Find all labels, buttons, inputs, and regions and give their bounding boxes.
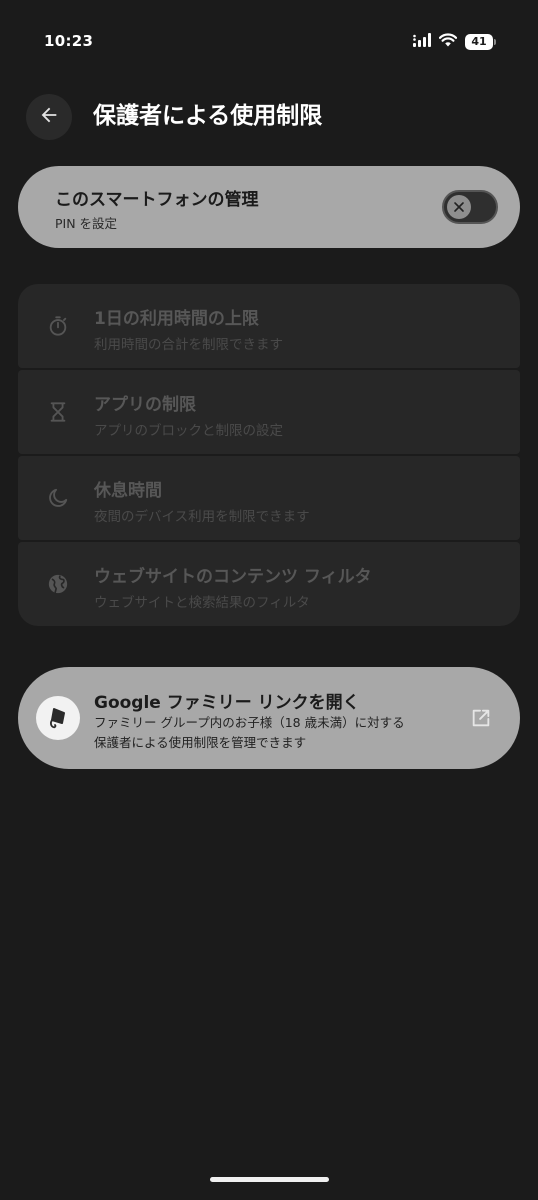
close-icon: [453, 198, 465, 217]
battery-level: 41: [465, 33, 493, 50]
family-link-description-line: 保護者による使用制限を管理できます: [94, 735, 307, 750]
hourglass-icon: [46, 400, 70, 424]
back-button[interactable]: [26, 94, 72, 140]
setting-item-daily-limit[interactable]: 1日の利用時間の上限 利用時間の合計を制限できます: [18, 284, 520, 368]
battery-icon: 41: [465, 33, 496, 50]
manage-phone-subtitle: PIN を設定: [55, 216, 118, 231]
family-link-icon: [36, 696, 80, 740]
setting-title: 休息時間: [94, 481, 162, 501]
open-external-icon: [470, 707, 492, 729]
setting-subtitle: 夜間のデバイス利用を制限できます: [94, 509, 310, 525]
manage-phone-toggle[interactable]: [442, 190, 498, 224]
cellular-signal-icon: [413, 32, 431, 51]
setting-subtitle: ウェブサイトと検索結果のフィルタ: [94, 595, 310, 611]
status-icons: 41: [413, 32, 496, 51]
manage-phone-toggle-row[interactable]: このスマートフォンの管理 PIN を設定: [18, 166, 520, 248]
setting-subtitle: 利用時間の合計を制限できます: [94, 337, 283, 353]
setting-title: ウェブサイトのコンテンツ フィルタ: [94, 567, 372, 587]
setting-subtitle: アプリのブロックと制限の設定: [94, 423, 283, 439]
arrow-back-icon: [38, 104, 60, 130]
status-time: 10:23: [44, 32, 94, 50]
setting-item-downtime[interactable]: 休息時間 夜間のデバイス利用を制限できます: [18, 456, 520, 540]
page-title: 保護者による使用制限: [93, 103, 323, 129]
status-bar: 10:23 41: [0, 0, 538, 86]
moon-icon: [46, 486, 70, 510]
toggle-thumb: [447, 195, 471, 219]
open-family-link-button[interactable]: Google ファミリー リンクを開く ファミリー グループ内のお子様（18 歳…: [18, 667, 520, 769]
family-link-description: ファミリー グループ内のお子様（18 歳未満）に対する 保護者による使用制限を管…: [94, 713, 454, 753]
timer-icon: [46, 314, 70, 338]
globe-icon: [46, 572, 70, 596]
settings-list: 1日の利用時間の上限 利用時間の合計を制限できます アプリの制限 アプリのブロッ…: [18, 284, 520, 626]
setting-item-content-filter[interactable]: ウェブサイトのコンテンツ フィルタ ウェブサイトと検索結果のフィルタ: [18, 542, 520, 626]
family-link-description-line: ファミリー グループ内のお子様（18 歳未満）に対する: [94, 715, 405, 730]
home-indicator[interactable]: [210, 1177, 329, 1182]
setting-title: 1日の利用時間の上限: [94, 309, 259, 329]
family-link-title: Google ファミリー リンクを開く: [94, 693, 360, 713]
manage-phone-title: このスマートフォンの管理: [55, 190, 259, 210]
wifi-icon: [438, 32, 458, 51]
setting-title: アプリの制限: [94, 395, 196, 415]
setting-item-app-limits[interactable]: アプリの制限 アプリのブロックと制限の設定: [18, 370, 520, 454]
